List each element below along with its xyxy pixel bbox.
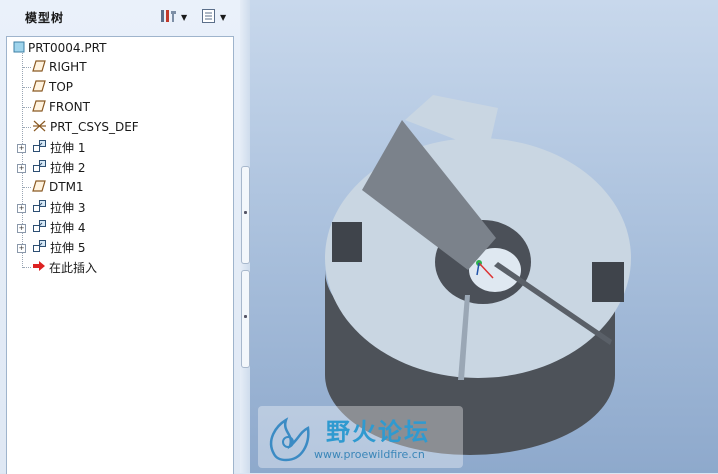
tree-settings-icon	[160, 8, 178, 27]
tree-item-label: 拉伸 1	[50, 140, 86, 155]
tree-connector-line	[23, 267, 31, 268]
tree-connector-line	[23, 107, 31, 108]
graphics-viewport[interactable]	[250, 0, 718, 473]
tree-item-extrude-2[interactable]: 拉伸 2	[32, 158, 85, 176]
watermark-title: 野火论坛	[326, 418, 430, 446]
tree-item-label: FRONT	[49, 100, 90, 114]
chevron-down-icon: ▼	[181, 12, 188, 22]
splitter-grip-lower[interactable]	[241, 270, 250, 368]
tree-item-label: 在此插入	[49, 260, 98, 275]
tree-connector-line	[22, 53, 23, 268]
tree-item-dtm1[interactable]: DTM1	[32, 178, 84, 196]
expand-toggle[interactable]: +	[17, 144, 26, 153]
tree-show-icon	[201, 8, 217, 27]
part-icon	[13, 41, 25, 56]
expand-toggle[interactable]: +	[17, 204, 26, 213]
tree-item-label: PRT_CSYS_DEF	[50, 120, 139, 134]
model-tree-pane: 模型树 ▼ ▼ PRT0004.PRT RIGHT TOP FRONT PRT_…	[0, 0, 240, 474]
insert-here-arrow-icon	[32, 260, 46, 275]
tree-settings-button[interactable]: ▼	[160, 8, 187, 26]
tree-item-label: 拉伸 3	[50, 200, 86, 215]
tree-item-extrude-5[interactable]: 拉伸 5	[32, 238, 85, 256]
splitter-grip-upper[interactable]	[241, 166, 250, 264]
chevron-down-icon: ▼	[220, 12, 227, 22]
expand-toggle[interactable]: +	[17, 164, 26, 173]
tree-item-insert-here[interactable]: 在此插入	[32, 258, 97, 276]
model-tree[interactable]: PRT0004.PRT RIGHT TOP FRONT PRT_CSYS_DEF…	[6, 36, 234, 474]
tree-item-top[interactable]: TOP	[32, 78, 73, 96]
tree-item-label: RIGHT	[49, 60, 87, 74]
tree-show-button[interactable]: ▼	[201, 8, 226, 26]
tree-item-label: PRT0004.PRT	[28, 41, 107, 55]
csys-icon	[32, 119, 47, 136]
tree-item-csys[interactable]: PRT_CSYS_DEF	[32, 118, 139, 136]
extrude-icon	[32, 239, 47, 256]
tree-item-label: 拉伸 2	[50, 160, 86, 175]
tree-connector-line	[23, 187, 31, 188]
datum-plane-icon	[32, 99, 46, 115]
tree-item-right[interactable]: RIGHT	[32, 58, 87, 76]
tree-item-front[interactable]: FRONT	[32, 98, 90, 116]
datum-plane-icon	[32, 59, 46, 75]
expand-toggle[interactable]: +	[17, 224, 26, 233]
tree-connector-line	[23, 67, 31, 68]
extrude-icon	[32, 199, 47, 216]
model-tree-title: 模型树	[25, 11, 65, 25]
tree-item-extrude-3[interactable]: 拉伸 3	[32, 198, 85, 216]
part-model-3d	[325, 95, 631, 455]
tree-item-extrude-4[interactable]: 拉伸 4	[32, 218, 85, 236]
pane-splitter[interactable]	[240, 0, 250, 473]
tree-item-label: 拉伸 5	[50, 240, 86, 255]
tree-item-label: DTM1	[49, 180, 84, 194]
tree-connector-line	[23, 87, 31, 88]
flame-logo-icon	[264, 410, 316, 467]
extrude-icon	[32, 159, 47, 176]
tree-item-label: 拉伸 4	[50, 220, 86, 235]
tree-connector-line	[23, 127, 31, 128]
extrude-icon	[32, 219, 47, 236]
watermark-url: www.proewildfire.cn	[314, 448, 425, 461]
tree-item-root-part[interactable]: PRT0004.PRT	[13, 39, 106, 57]
datum-plane-icon	[32, 79, 46, 95]
expand-toggle[interactable]: +	[17, 244, 26, 253]
tree-item-extrude-1[interactable]: 拉伸 1	[32, 138, 85, 156]
tree-item-label: TOP	[49, 80, 74, 94]
datum-plane-icon	[32, 179, 46, 195]
extrude-icon	[32, 139, 47, 156]
model-tree-header: 模型树 ▼ ▼	[0, 0, 240, 34]
forum-watermark: 野火论坛 www.proewildfire.cn	[258, 406, 463, 468]
